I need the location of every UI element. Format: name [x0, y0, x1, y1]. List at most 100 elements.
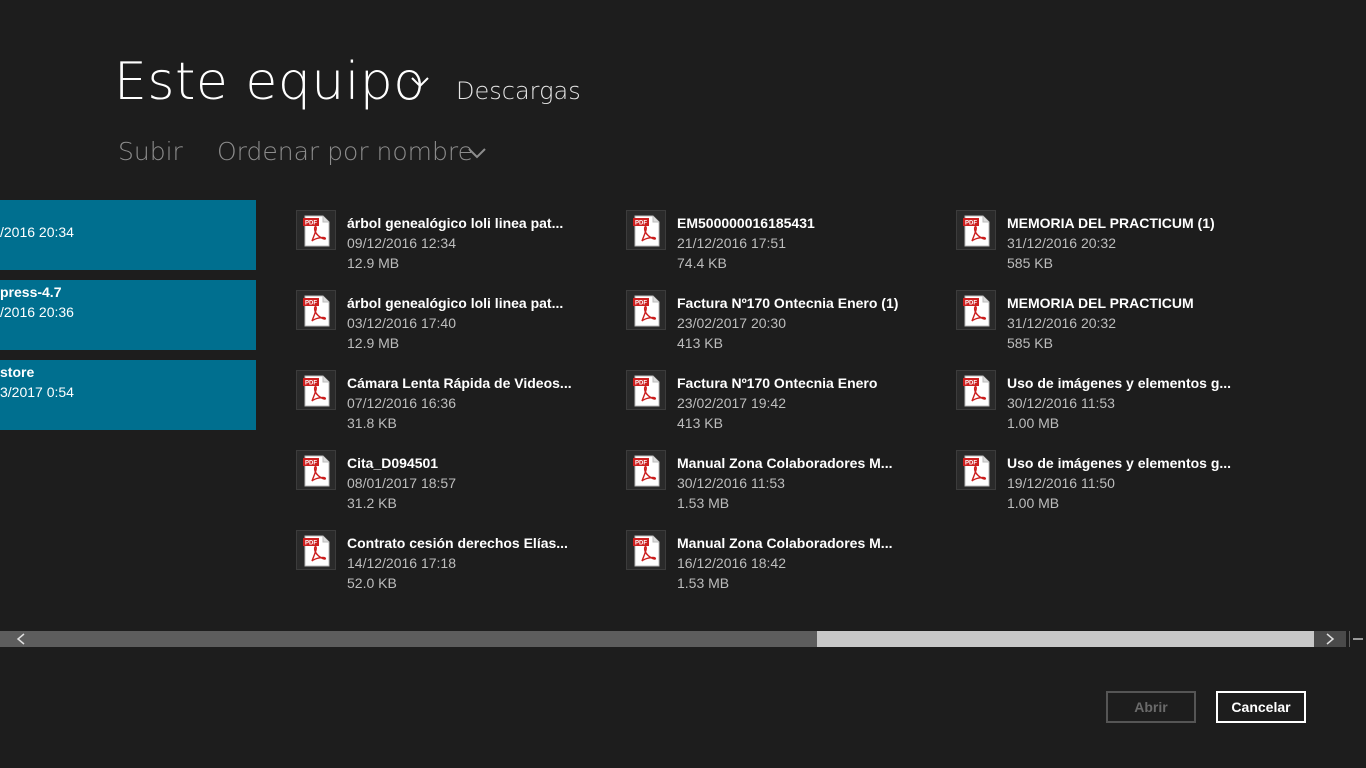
pdf-badge-text: PDF: [635, 461, 647, 467]
file-name: árbol genealógico loli linea pat...: [347, 215, 564, 231]
folder-name: store: [0, 364, 35, 380]
pdf-file-icon: PDF: [956, 450, 996, 490]
file-name: MEMORIA DEL PRACTICUM: [1007, 295, 1194, 311]
file-item[interactable]: PDF Uso de imágenes y elementos g... 30/12…: [956, 370, 1256, 440]
file-date: 09/12/2016 12:34: [347, 235, 456, 251]
file-item[interactable]: PDF MEMORIA DEL PRACTICUM (1) 31/12/2016 2…: [956, 210, 1256, 280]
pdf-badge-text: PDF: [965, 381, 977, 387]
file-size: 413 KB: [677, 335, 723, 351]
file-name: Cita_D094501: [347, 455, 439, 471]
folder-tile[interactable]: /2016 20:34: [0, 200, 256, 270]
folder-date-wrap: 3/2017 0:54: [0, 384, 256, 404]
file-size: 1.00 MB: [1007, 415, 1060, 431]
up-button[interactable]: Subir: [118, 136, 183, 168]
pdf-file-icon: PDF: [296, 530, 336, 570]
file-item[interactable]: PDF Manual Zona Colaboradores M... 30/12/2…: [626, 450, 926, 520]
pdf-badge-text: PDF: [965, 301, 977, 307]
folder-date: /2016 20:34: [0, 224, 74, 240]
scroll-left-button[interactable]: [0, 631, 40, 647]
file-item[interactable]: PDF árbol genealógico loli linea pat... 09…: [296, 210, 596, 280]
file-name: Contrato cesión derechos Elías...: [347, 535, 568, 551]
page-title[interactable]: Este equipo: [114, 52, 426, 112]
file-name: MEMORIA DEL PRACTICUM (1): [1007, 215, 1215, 231]
open-button[interactable]: Abrir: [1106, 691, 1196, 723]
file-item[interactable]: PDF Factura Nº170 Ontecnia Enero (1) 23/02…: [626, 290, 926, 360]
horizontal-scrollbar[interactable]: [0, 631, 1346, 647]
cancel-button[interactable]: Cancelar: [1216, 691, 1306, 723]
folder-date-wrap: /2016 20:34: [0, 224, 256, 244]
pdf-file-icon: PDF: [296, 450, 336, 490]
pdf-file-icon: PDF: [296, 370, 336, 410]
pdf-file-icon: PDF: [626, 370, 666, 410]
file-size: 31.8 KB: [347, 415, 397, 431]
file-item[interactable]: PDF Cita_D094501 08/01/2017 18:57 31.2 KB: [296, 450, 596, 520]
file-size: 585 KB: [1007, 335, 1053, 351]
file-date: 21/12/2016 17:51: [677, 235, 786, 251]
folder-name: press-4.7: [0, 284, 62, 300]
pdf-badge-text: PDF: [305, 461, 317, 467]
zoom-out-button[interactable]: [1349, 631, 1366, 647]
file-size: 74.4 KB: [677, 255, 727, 271]
file-size: 1.53 MB: [677, 495, 730, 511]
folder-name-wrap: press-4.7: [0, 284, 256, 304]
scroll-thumb[interactable]: [817, 631, 1314, 647]
file-name: Uso de imágenes y elementos g...: [1007, 455, 1232, 471]
pdf-badge-text: PDF: [635, 381, 647, 387]
minus-icon: [1353, 638, 1363, 640]
breadcrumb[interactable]: Descargas: [456, 76, 581, 106]
file-date: 14/12/2016 17:18: [347, 555, 456, 571]
pdf-file-icon: PDF: [296, 290, 336, 330]
file-name: Uso de imágenes y elementos g...: [1007, 375, 1232, 391]
file-size: 1.00 MB: [1007, 495, 1060, 511]
pdf-badge-text: PDF: [965, 461, 977, 467]
file-size: 52.0 KB: [347, 575, 397, 591]
file-date: 31/12/2016 20:32: [1007, 235, 1116, 251]
file-item[interactable]: PDF Cámara Lenta Rápida de Videos... 07/12…: [296, 370, 596, 440]
folder-date-wrap: /2016 20:36: [0, 304, 256, 324]
pdf-file-icon: PDF: [626, 530, 666, 570]
file-name: Factura Nº170 Ontecnia Enero (1): [677, 295, 899, 311]
chevron-down-icon[interactable]: [408, 72, 432, 92]
pdf-file-icon: PDF: [626, 210, 666, 250]
file-size: 31.2 KB: [347, 495, 397, 511]
file-date: 16/12/2016 18:42: [677, 555, 786, 571]
file-item[interactable]: PDF Uso de imágenes y elementos g... 19/12…: [956, 450, 1256, 520]
file-date: 30/12/2016 11:53: [677, 475, 785, 491]
file-size: 12.9 MB: [347, 255, 400, 271]
folder-tile[interactable]: store 3/2017 0:54: [0, 360, 256, 430]
pdf-badge-text: PDF: [635, 221, 647, 227]
file-item[interactable]: PDF EM500000016185431 21/12/2016 17:51 74.4…: [626, 210, 926, 280]
file-item[interactable]: PDF Factura Nº170 Ontecnia Enero 23/02/201…: [626, 370, 926, 440]
file-date: 08/01/2017 18:57: [347, 475, 456, 491]
pdf-badge-text: PDF: [305, 381, 317, 387]
pdf-file-icon: PDF: [956, 210, 996, 250]
pdf-file-icon: PDF: [296, 210, 336, 250]
file-item[interactable]: PDF Contrato cesión derechos Elías... 14/1…: [296, 530, 596, 600]
pdf-file-icon: PDF: [956, 290, 996, 330]
file-name: árbol genealógico loli linea pat...: [347, 295, 564, 311]
file-picker: Este equipo Descargas Subir Ordenar por …: [0, 0, 1366, 768]
file-name: Factura Nº170 Ontecnia Enero: [677, 375, 878, 391]
file-date: 03/12/2016 17:40: [347, 315, 456, 331]
file-size: 1.53 MB: [677, 575, 730, 591]
chevron-down-icon[interactable]: [466, 144, 488, 162]
chevron-right-icon: [1326, 633, 1335, 645]
sort-button[interactable]: Ordenar por nombre: [217, 136, 473, 168]
pdf-badge-text: PDF: [305, 301, 317, 307]
file-name: Manual Zona Colaboradores M...: [677, 535, 893, 551]
pdf-file-icon: PDF: [956, 370, 996, 410]
file-date: 23/02/2017 19:42: [677, 395, 786, 411]
folder-tile[interactable]: press-4.7 /2016 20:36: [0, 280, 256, 350]
file-item[interactable]: PDF MEMORIA DEL PRACTICUM 31/12/2016 20:32…: [956, 290, 1256, 360]
file-item[interactable]: PDF árbol genealógico loli linea pat... 03…: [296, 290, 596, 360]
chevron-left-icon: [16, 633, 25, 645]
folder-date: /2016 20:36: [0, 304, 74, 320]
folder-name-wrap: [0, 204, 256, 224]
file-item[interactable]: PDF Manual Zona Colaboradores M... 16/12/2…: [626, 530, 926, 600]
scroll-right-button[interactable]: [1314, 631, 1346, 647]
file-date: 07/12/2016 16:36: [347, 395, 456, 411]
pdf-badge-text: PDF: [965, 221, 977, 227]
pdf-badge-text: PDF: [305, 221, 317, 227]
file-name: EM500000016185431: [677, 215, 815, 231]
file-date: 31/12/2016 20:32: [1007, 315, 1116, 331]
